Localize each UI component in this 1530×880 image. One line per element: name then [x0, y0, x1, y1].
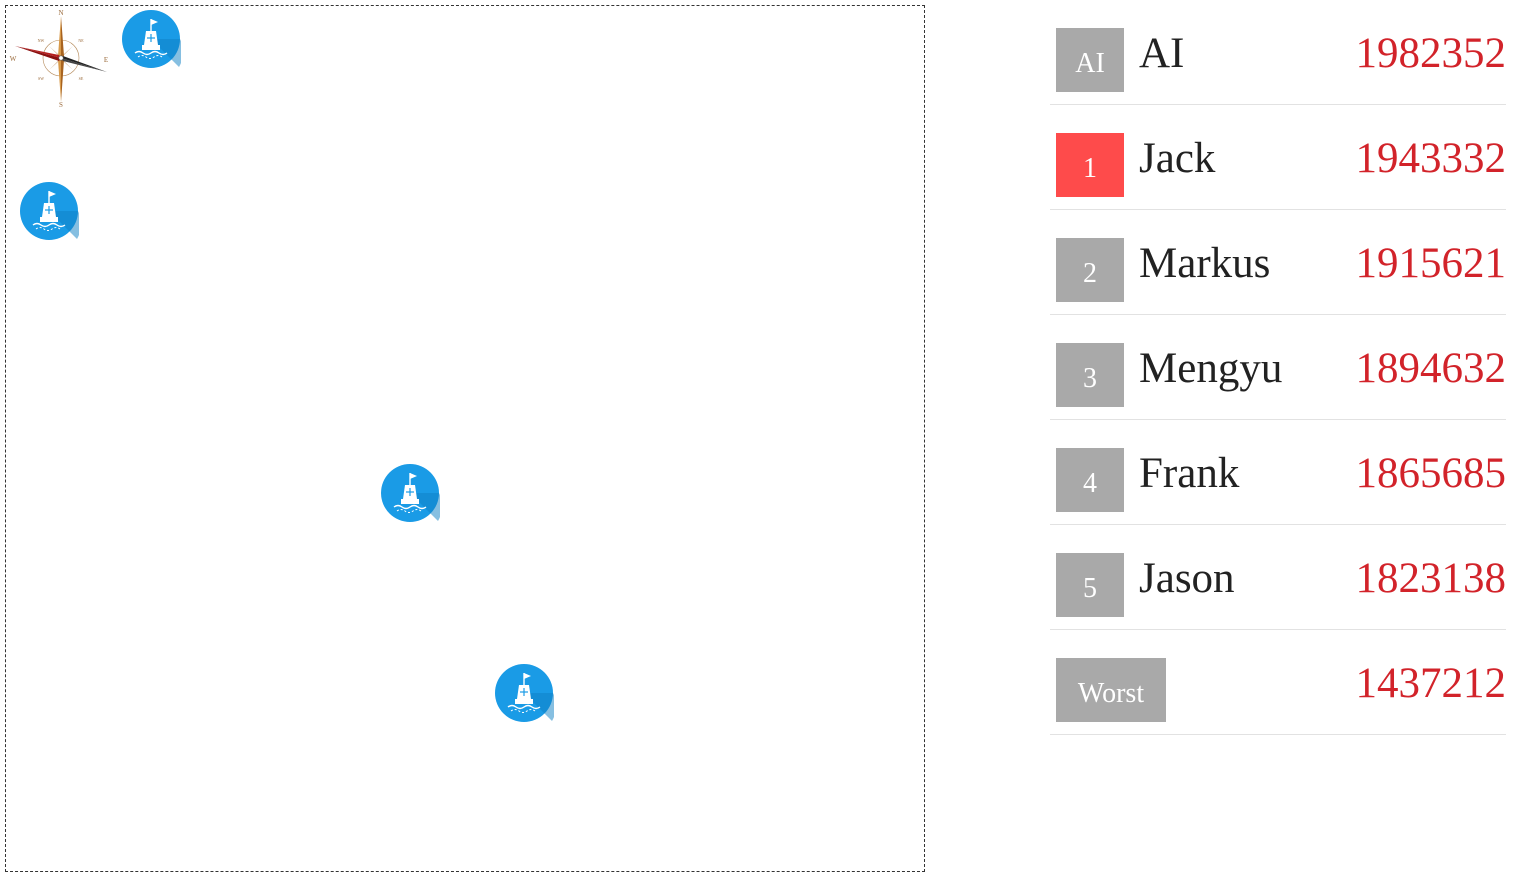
- rank-badge: 5: [1056, 553, 1124, 617]
- player-name: Markus: [1139, 240, 1271, 287]
- buoy-icon: [122, 10, 181, 68]
- buoy-icon: [495, 664, 554, 722]
- leaderboard-row-1: 1 Jack 1943332: [1050, 105, 1506, 210]
- compass-north-label: N: [58, 9, 63, 17]
- compass-east-label: E: [104, 56, 108, 64]
- rank-badge-worst: Worst: [1056, 658, 1166, 722]
- buoy-icon: [20, 182, 79, 240]
- game-map[interactable]: N S E W NW NE SW SE: [5, 5, 925, 872]
- compass-south-label: S: [59, 101, 63, 108]
- compass-northeast-label: NE: [78, 38, 84, 43]
- compass-west-label: W: [10, 55, 17, 63]
- player-name: Mengyu: [1139, 345, 1283, 392]
- rank-badge-current: 1: [1056, 133, 1124, 197]
- leaderboard-row-5: 5 Jason 1823138: [1050, 525, 1506, 630]
- leaderboard-row-3: 3 Mengyu 1894632: [1050, 315, 1506, 420]
- leaderboard-row-4: 4 Frank 1865685: [1050, 420, 1506, 525]
- rank-badge: 4: [1056, 448, 1124, 512]
- player-score: 1823138: [1355, 555, 1507, 602]
- player-score: 1894632: [1355, 345, 1507, 392]
- player-name: Jason: [1139, 555, 1235, 602]
- buoy-marker-4[interactable]: [494, 663, 554, 723]
- buoy-icon: [381, 464, 440, 522]
- player-name: AI: [1139, 30, 1185, 77]
- compass-southwest-label: SW: [38, 76, 44, 81]
- compass-rose-icon: N S E W NW NE SW SE: [10, 9, 108, 108]
- compass-southeast-label: SE: [79, 76, 84, 81]
- buoy-marker-3[interactable]: [380, 463, 440, 523]
- player-score: 1982352: [1355, 30, 1507, 77]
- leaderboard: AI AI 1982352 1 Jack 1943332 2 Markus 19…: [1050, 0, 1506, 735]
- compass-northwest-label: NW: [38, 38, 45, 43]
- player-score: 1915621: [1355, 240, 1507, 287]
- player-name: Frank: [1139, 450, 1240, 497]
- player-score: 1865685: [1355, 450, 1507, 497]
- buoy-marker-1[interactable]: [121, 9, 181, 69]
- player-name: Jack: [1139, 135, 1216, 182]
- rank-badge: AI: [1056, 28, 1124, 92]
- buoy-marker-2[interactable]: [19, 181, 79, 241]
- leaderboard-row-ai: AI AI 1982352: [1050, 0, 1506, 105]
- leaderboard-row-worst: Worst 1437212: [1050, 630, 1506, 735]
- leaderboard-row-2: 2 Markus 1915621: [1050, 210, 1506, 315]
- rank-badge: 2: [1056, 238, 1124, 302]
- player-score: 1437212: [1355, 660, 1507, 707]
- player-score: 1943332: [1355, 135, 1507, 182]
- rank-badge: 3: [1056, 343, 1124, 407]
